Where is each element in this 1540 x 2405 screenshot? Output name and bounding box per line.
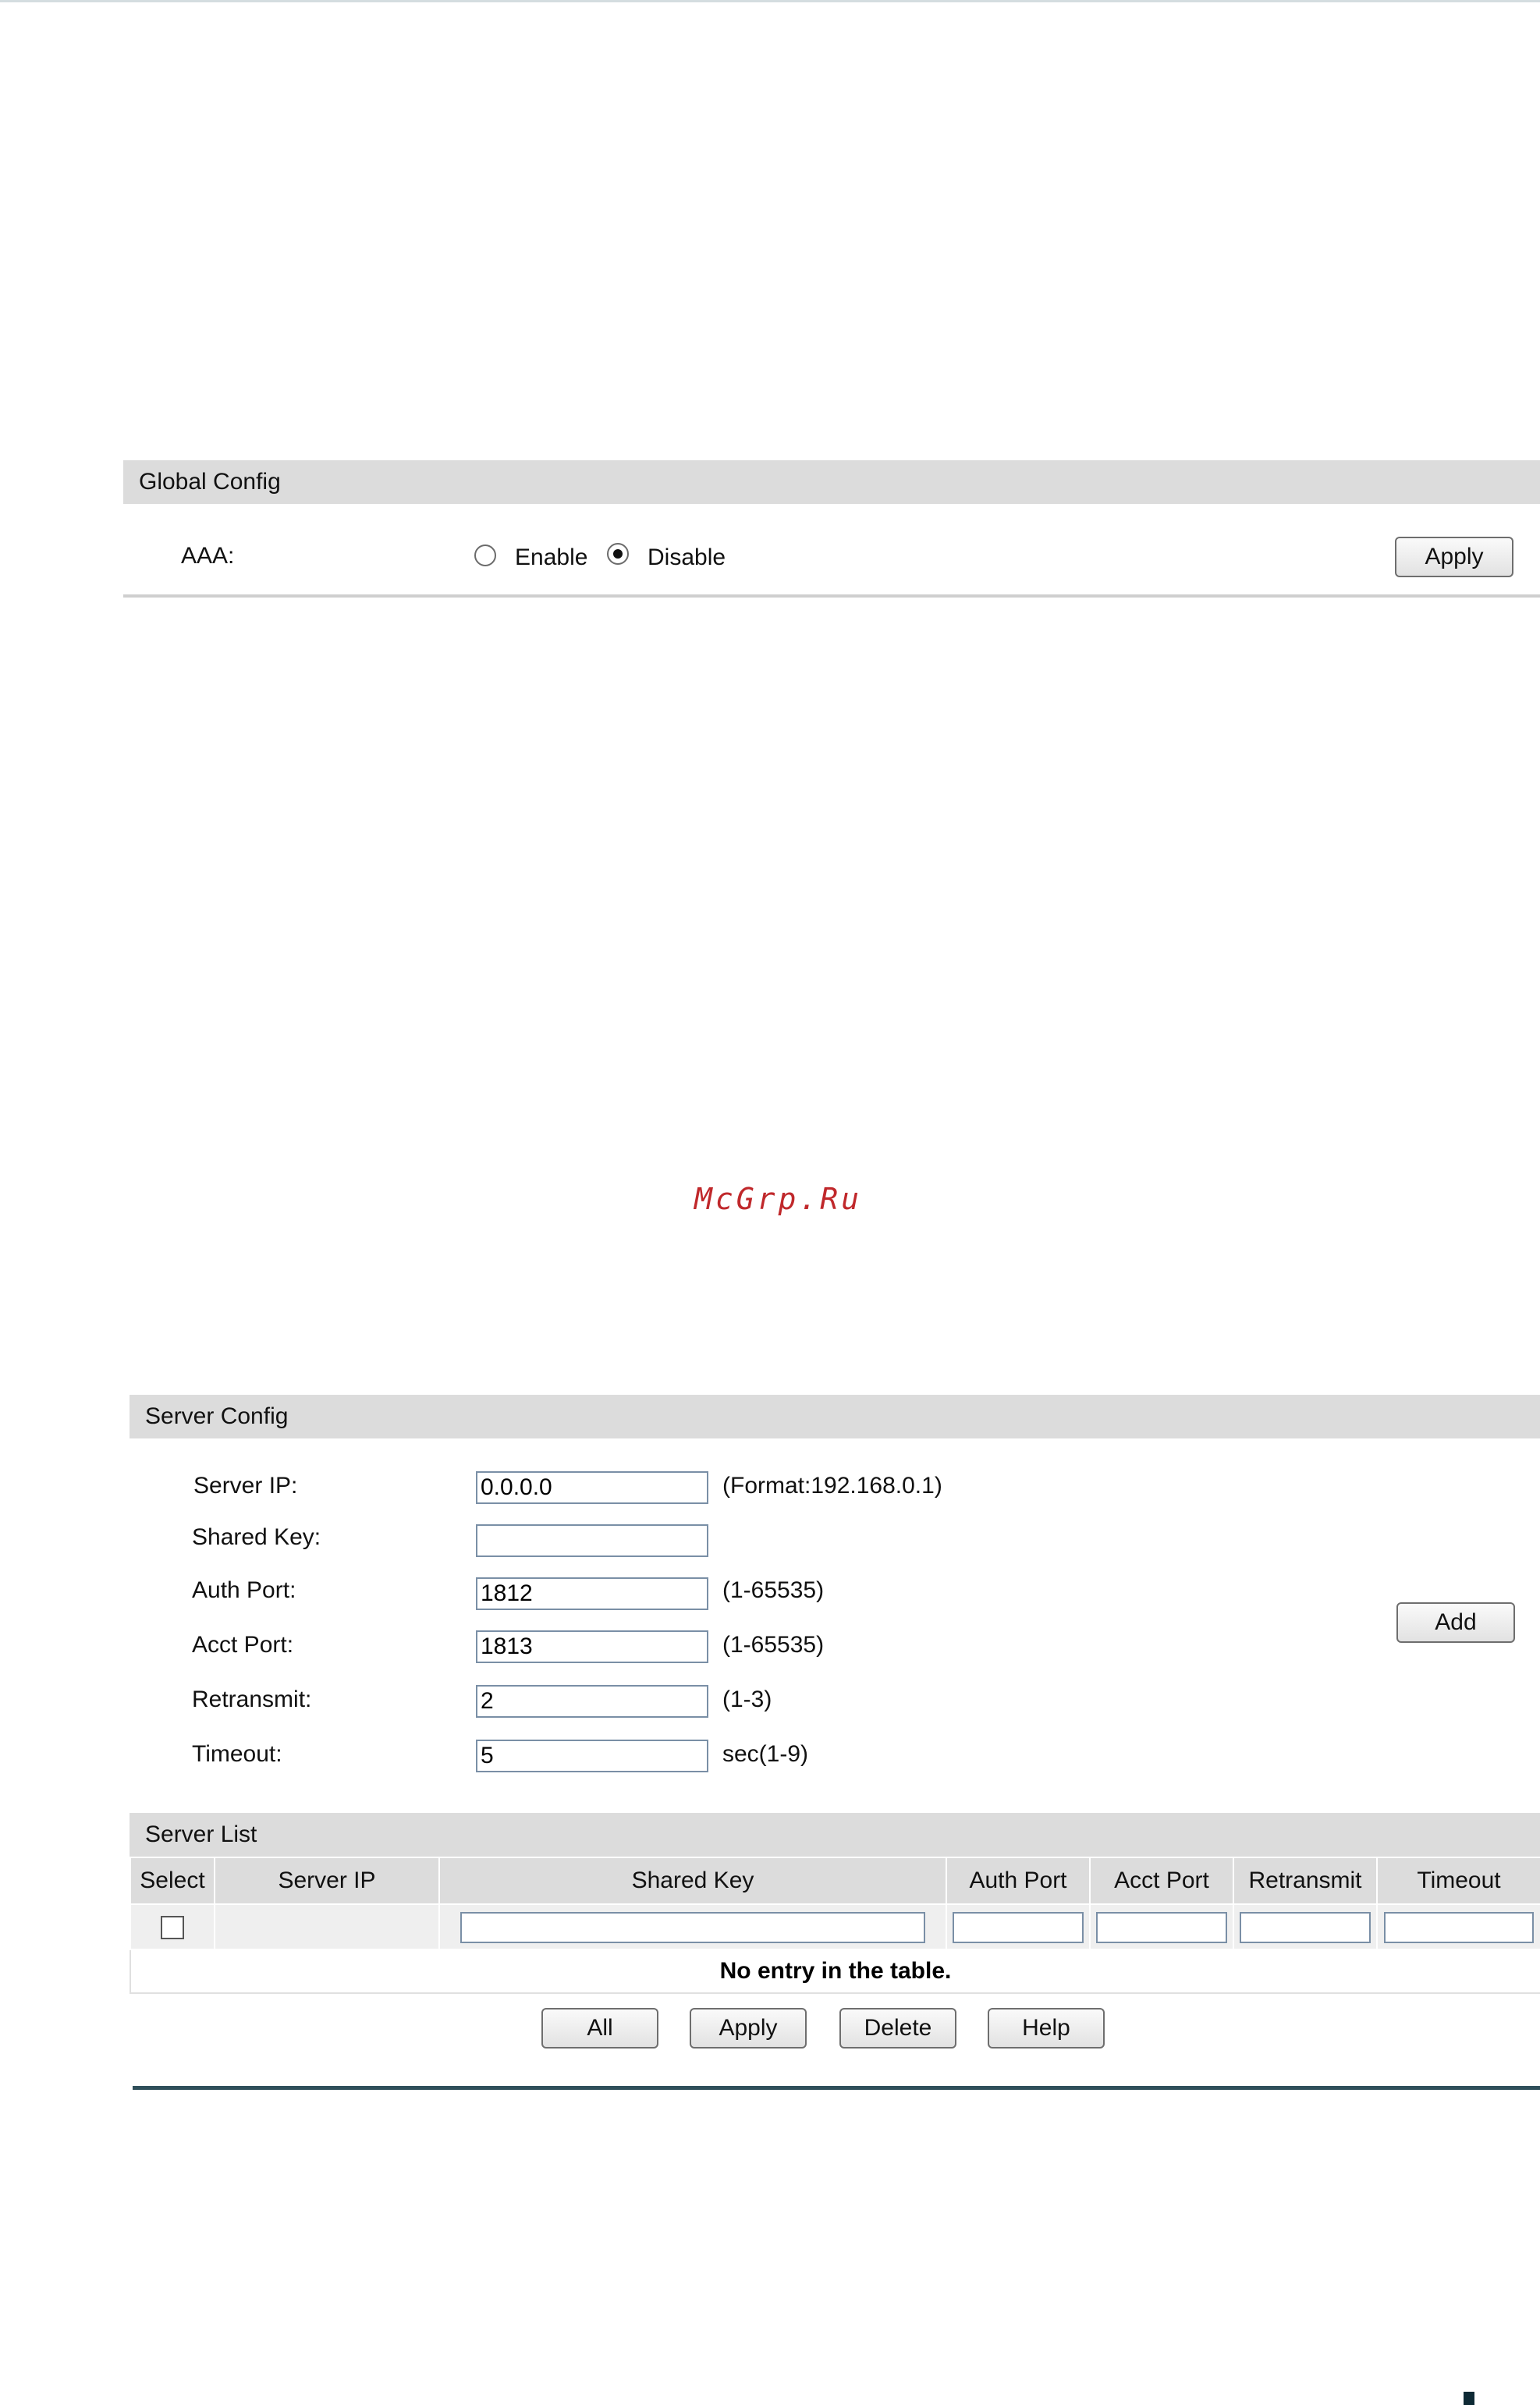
global-config-header: Global Config [123,460,1540,504]
shared-key-label: Shared Key: [192,1524,321,1550]
server-list-table: Select Server IP Shared Key Auth Port Ac… [130,1857,1540,1994]
edit-auth-port-input[interactable] [953,1911,1084,1943]
timeout-label: Timeout: [192,1741,282,1767]
acct-port-hint: (1-65535) [722,1632,825,1658]
edit-timeout-input[interactable] [1384,1911,1534,1943]
server-ip-hint: (Format:192.168.0.1) [722,1473,942,1499]
retransmit-label: Retransmit: [192,1687,312,1712]
server-list-title: Server List [145,1821,257,1847]
empty-message: No entry in the table. [130,1949,1540,1994]
server-list-header: Server List [130,1813,1540,1857]
column-header-retransmit: Retransmit [1233,1857,1378,1905]
auth-port-cell [946,1903,1091,1950]
column-header-server-ip: Server IP [214,1857,440,1905]
column-header-timeout: Timeout [1376,1857,1540,1905]
delete-button[interactable]: Delete [839,2008,956,2049]
retransmit-cell [1233,1903,1378,1950]
server-ip-label: Server IP: [193,1473,298,1499]
shared-key-cell [438,1903,947,1950]
edit-retransmit-input[interactable] [1240,1911,1371,1943]
acct-port-cell [1089,1903,1234,1950]
page-corner-mark [1464,2392,1474,2405]
auth-port-hint: (1-65535) [722,1577,825,1603]
select-cell [130,1903,215,1950]
timeout-input[interactable] [476,1740,708,1772]
top-rule [0,0,1540,2]
list-apply-button[interactable]: Apply [690,2008,807,2049]
all-button[interactable]: All [541,2008,658,2049]
acct-port-input[interactable] [476,1630,708,1663]
table-header-row: Select Server IP Shared Key Auth Port Ac… [130,1857,1540,1905]
auth-port-label: Auth Port: [192,1577,296,1603]
enable-label[interactable]: Enable [515,544,587,571]
disable-label[interactable]: Disable [648,544,726,571]
watermark: McGrp.Ru [694,1182,863,1216]
retransmit-hint: (1-3) [722,1687,772,1712]
aaa-label: AAA: [181,543,235,569]
edit-shared-key-input[interactable] [460,1911,926,1943]
enable-radio[interactable] [474,544,496,566]
timeout-hint: sec(1-9) [722,1741,809,1767]
acct-port-label: Acct Port: [192,1632,294,1658]
server-ip-cell [214,1903,440,1950]
help-button[interactable]: Help [988,2008,1105,2049]
add-server-button[interactable]: Add [1396,1602,1515,1643]
disable-radio[interactable] [607,543,629,565]
shared-key-input[interactable] [476,1524,708,1557]
server-config-title: Server Config [145,1403,289,1429]
edit-row [130,1903,1540,1950]
server-config-header: Server Config [130,1395,1540,1438]
column-header-auth-port: Auth Port [946,1857,1091,1905]
column-header-select: Select [130,1857,215,1905]
global-apply-button[interactable]: Apply [1395,537,1513,577]
column-header-shared-key: Shared Key [438,1857,947,1905]
global-config-divider [123,594,1540,598]
auth-port-input[interactable] [476,1577,708,1610]
column-header-acct-port: Acct Port [1089,1857,1234,1905]
section-divider [133,2086,1540,2090]
select-all-checkbox[interactable] [161,1916,184,1940]
empty-row: No entry in the table. [130,1949,1540,1994]
timeout-cell [1376,1903,1540,1950]
edit-acct-port-input[interactable] [1096,1911,1227,1943]
server-ip-input[interactable] [476,1471,708,1504]
retransmit-input[interactable] [476,1685,708,1718]
global-config-panel: AAA: Enable Disable Apply [123,504,1540,594]
global-config-title: Global Config [139,469,281,495]
